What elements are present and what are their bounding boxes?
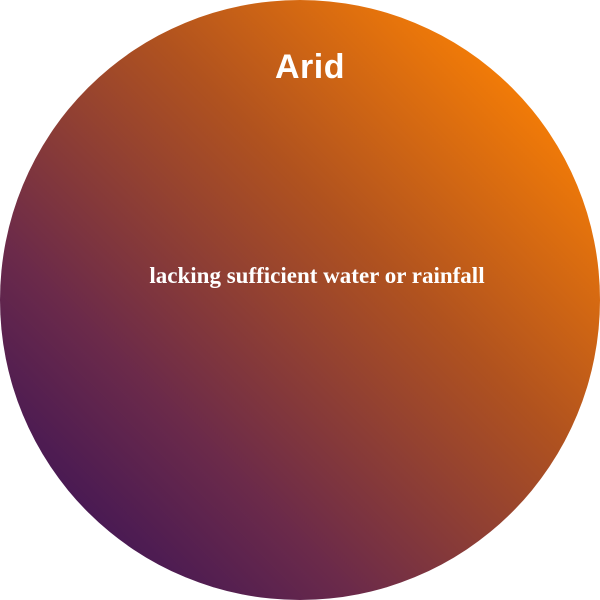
word-circle-card: Arid lacking sufficient water or rainfal… (0, 0, 600, 600)
flashcard-stage: Arid lacking sufficient water or rainfal… (0, 0, 600, 600)
word-title: Arid (275, 48, 345, 86)
word-definition: lacking sufficient water or rainfall (149, 263, 485, 288)
